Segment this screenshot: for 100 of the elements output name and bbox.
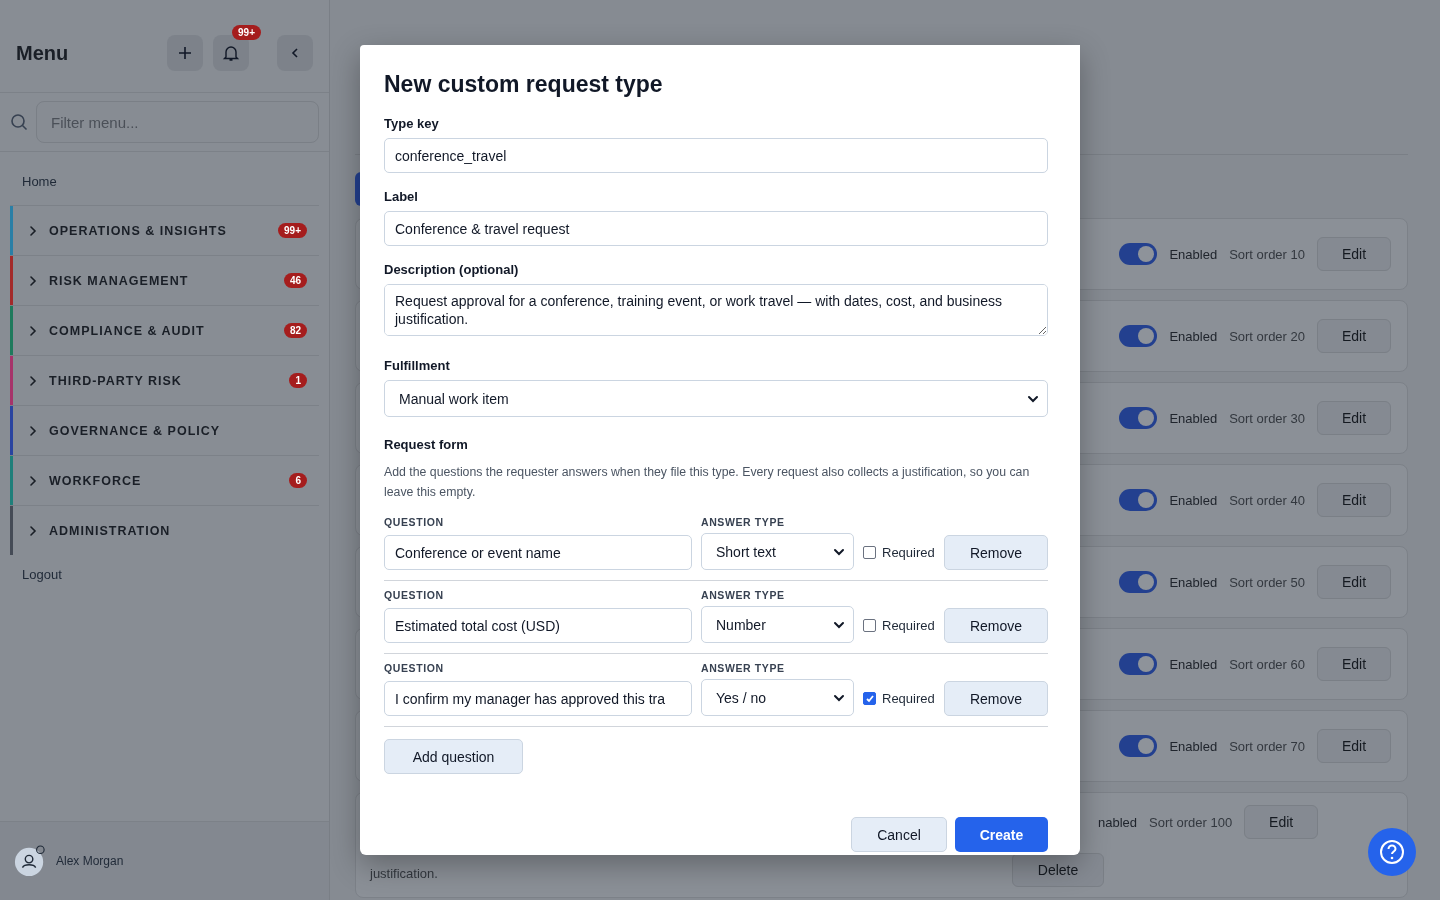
delete-button[interactable]: Delete — [1012, 853, 1104, 887]
column-label: QUESTION — [384, 516, 444, 529]
field-label: Fulfillment — [384, 358, 450, 373]
edit-button[interactable]: Edit — [1317, 483, 1391, 517]
chevron-icon — [27, 374, 39, 387]
menu-group[interactable]: ADMINISTRATION — [10, 505, 319, 555]
sort-order: Sort order 70 — [1229, 738, 1305, 754]
column-label: ANSWER TYPE — [701, 589, 785, 602]
edit-button[interactable]: Edit — [1317, 401, 1391, 435]
count-badge: 99+ — [278, 223, 307, 238]
menu-group[interactable]: WORKFORCE 6 — [10, 455, 319, 505]
status-label: Enabled — [1169, 328, 1218, 344]
checkbox-label: Required — [882, 618, 935, 634]
count-badge: 6 — [289, 473, 307, 488]
count-badge: 1 — [289, 373, 307, 388]
question-field[interactable]: Conference or event name — [384, 535, 692, 571]
field-label: Description (optional) — [384, 262, 519, 277]
required-checkbox[interactable] — [863, 692, 876, 706]
chevron-icon — [27, 424, 39, 437]
chevron-icon — [27, 274, 39, 287]
description-field[interactable]: Request approval for a conference, training event, or work travel — with dates, cost, and business justification. — [384, 284, 1048, 336]
checkbox-label: Required — [882, 691, 935, 707]
status-label: Enabled — [1169, 738, 1218, 754]
description-text: justification. — [370, 866, 438, 883]
status-label: nabled — [1098, 814, 1138, 830]
sort-order: Sort order 50 — [1229, 574, 1305, 590]
enabled-toggle[interactable] — [1119, 325, 1158, 347]
status-label: Enabled — [1169, 246, 1218, 262]
status-label: Enabled — [1169, 574, 1218, 590]
status-label: Enabled — [1169, 410, 1218, 426]
menu-group[interactable]: GOVERNANCE & POLICY — [10, 405, 319, 455]
edit-button[interactable]: Edit — [1244, 805, 1319, 839]
bell-icon — [222, 44, 240, 62]
chevron-icon — [27, 524, 39, 537]
answer-type-select[interactable]: Short text — [701, 533, 854, 571]
chevron-left-icon — [289, 47, 301, 59]
question-field[interactable]: Estimated total cost (USD) — [384, 608, 692, 644]
enabled-toggle[interactable] — [1119, 571, 1158, 593]
search-icon — [10, 113, 28, 131]
remove-button[interactable]: Remove — [944, 608, 1048, 644]
sort-order: Sort order 40 — [1229, 492, 1305, 508]
required-checkbox[interactable] — [863, 546, 876, 560]
menu-group[interactable]: THIRD-PARTY RISK 1 — [10, 355, 319, 405]
column-label: ANSWER TYPE — [701, 516, 785, 529]
text-field[interactable]: conference_travel — [384, 138, 1048, 173]
answer-type-select[interactable]: Number — [701, 606, 854, 644]
dialog-title: New custom request type — [384, 71, 663, 98]
help-text: Add the questions the requester answers when they file this type. Every request also collects a justification, so you can leave this empty. — [384, 464, 1031, 501]
sort-order: Sort order 10 — [1229, 246, 1305, 262]
question-field[interactable]: I confirm my manager has approved this tra — [384, 681, 692, 717]
notification-badge: 99+ — [232, 25, 261, 40]
filter-field[interactable]: Filter menu... — [36, 101, 319, 143]
cancel-button[interactable]: Cancel — [851, 817, 947, 852]
chevron-icon — [27, 474, 39, 487]
create-button[interactable]: Create — [955, 817, 1048, 852]
text-field[interactable]: Conference & travel request — [384, 211, 1048, 246]
edit-button[interactable]: Edit — [1317, 237, 1391, 271]
enabled-toggle[interactable] — [1119, 489, 1158, 511]
remove-button[interactable]: Remove — [944, 535, 1048, 571]
menu-group[interactable]: COMPLIANCE & AUDIT 82 — [10, 305, 319, 355]
avatar-icon — [14, 845, 46, 877]
menu-group[interactable]: OPERATIONS & INSIGHTS 99+ — [10, 205, 319, 255]
edit-button[interactable]: Edit — [1317, 565, 1391, 599]
logout-link[interactable]: Logout — [10, 555, 74, 594]
plus-icon — [177, 45, 193, 61]
user-name: Alex Morgan — [56, 854, 124, 868]
add-question-button[interactable]: Add question — [384, 739, 523, 775]
enabled-toggle[interactable] — [1119, 243, 1158, 265]
sidebar-title: Menu — [16, 41, 70, 65]
enabled-toggle[interactable] — [1119, 653, 1158, 675]
column-label: QUESTION — [384, 662, 444, 675]
sort-order: Sort order 60 — [1229, 656, 1305, 672]
count-badge: 82 — [283, 323, 307, 338]
sort-order: Sort order 30 — [1229, 410, 1305, 426]
sort-order: Sort order 100 — [1149, 814, 1233, 830]
chevron-icon — [27, 224, 39, 237]
required-checkbox[interactable] — [863, 619, 876, 633]
sort-order: Sort order 20 — [1229, 328, 1305, 344]
section-heading: Request form — [384, 437, 468, 452]
checkbox-label: Required — [882, 545, 935, 561]
home-link[interactable]: Home — [10, 164, 69, 205]
field-label: Label — [384, 189, 418, 204]
edit-button[interactable]: Edit — [1317, 729, 1391, 763]
enabled-toggle[interactable] — [1119, 735, 1158, 757]
remove-button[interactable]: Remove — [944, 681, 1048, 717]
enabled-toggle[interactable] — [1119, 407, 1158, 429]
count-badge: 46 — [283, 273, 307, 288]
edit-button[interactable]: Edit — [1317, 647, 1391, 681]
field-label: Type key — [384, 116, 439, 131]
column-label: ANSWER TYPE — [701, 662, 785, 675]
fulfillment-select[interactable]: Manual work item — [384, 380, 1048, 417]
status-label: Enabled — [1169, 492, 1218, 508]
add-button[interactable] — [167, 35, 203, 71]
notifications-button[interactable] — [213, 35, 249, 71]
help-icon — [1379, 839, 1405, 865]
menu-group[interactable]: RISK MANAGEMENT 46 — [10, 255, 319, 305]
answer-type-select[interactable]: Yes / no — [701, 679, 854, 717]
column-label: QUESTION — [384, 589, 444, 602]
edit-button[interactable]: Edit — [1317, 319, 1391, 353]
chevron-icon — [27, 324, 39, 337]
